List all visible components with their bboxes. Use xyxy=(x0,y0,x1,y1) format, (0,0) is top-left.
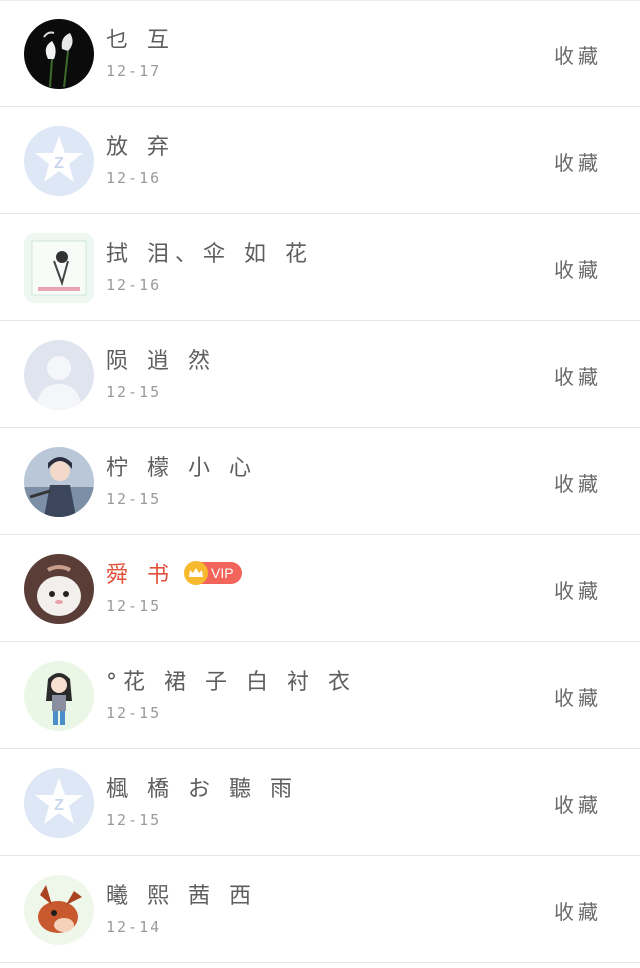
contact-date: 12-16 xyxy=(106,276,162,294)
contact-date: 12-15 xyxy=(106,383,162,401)
contact-date: 12-15 xyxy=(106,597,162,615)
qq-default-avatar[interactable]: Z xyxy=(24,126,94,196)
contact-name: 放 弃 xyxy=(106,135,175,160)
crown-icon xyxy=(184,561,208,585)
list-item[interactable]: 舜 书 VIP 12-15 收藏 xyxy=(0,535,640,642)
contact-name: 陨 逍 然 xyxy=(106,349,216,374)
contact-name: 乜 互 xyxy=(106,28,175,53)
blank-person-avatar[interactable] xyxy=(24,340,94,410)
contact-date: 12-15 xyxy=(106,704,162,722)
collect-button[interactable]: 收藏 xyxy=(554,682,602,711)
contact-date: 12-16 xyxy=(106,169,162,187)
contact-date: 12-17 xyxy=(106,62,162,80)
collect-button[interactable]: 收藏 xyxy=(554,147,602,176)
collect-button[interactable]: 收藏 xyxy=(554,254,602,283)
list-item[interactable]: Z 楓 橋 お 聽 雨 12-15 收藏 xyxy=(0,749,640,856)
contact-name: °花 裙 子 白 衬 衣 xyxy=(106,670,356,695)
list-item[interactable]: 陨 逍 然 12-15 收藏 xyxy=(0,321,640,428)
list-item[interactable]: 乜 互 12-17 收藏 xyxy=(0,0,640,107)
collect-button[interactable]: 收藏 xyxy=(554,575,602,604)
contact-date: 12-14 xyxy=(106,918,162,936)
contact-name: 楓 橋 お 聽 雨 xyxy=(106,777,298,802)
contact-name: 柠 檬 小 心 xyxy=(106,456,257,481)
list-item[interactable]: 拭 泪、伞 如 花 12-16 收藏 xyxy=(0,214,640,321)
cartoon-dog-avatar[interactable] xyxy=(24,875,94,945)
svg-text:Z: Z xyxy=(54,155,64,172)
list-item[interactable]: Z 放 弃 12-16 收藏 xyxy=(0,107,640,214)
contact-date: 12-15 xyxy=(106,490,162,508)
sketch-avatar[interactable] xyxy=(24,233,94,303)
contact-name: 舜 书 xyxy=(106,563,175,588)
contact-name: 拭 泪、伞 如 花 xyxy=(106,242,313,267)
svg-text:Z: Z xyxy=(54,797,64,814)
vip-badge: VIP xyxy=(184,561,242,585)
collect-button[interactable]: 收藏 xyxy=(554,896,602,925)
contact-list: 乜 互 12-17 收藏 Z 放 弃 12-16 收藏 拭 泪、伞 如 花 12… xyxy=(0,0,640,963)
collect-button[interactable]: 收藏 xyxy=(554,789,602,818)
anime-boy-avatar[interactable] xyxy=(24,447,94,517)
collect-button[interactable]: 收藏 xyxy=(554,361,602,390)
white-cat-avatar[interactable] xyxy=(24,554,94,624)
vip-label: VIP xyxy=(211,565,234,581)
contact-date: 12-15 xyxy=(106,811,162,829)
flower-avatar[interactable] xyxy=(24,19,94,89)
contact-name: 曦 熙 茜 西 xyxy=(106,884,257,909)
list-item[interactable]: 曦 熙 茜 西 12-14 收藏 xyxy=(0,856,640,963)
collect-button[interactable]: 收藏 xyxy=(554,40,602,69)
list-item[interactable]: 柠 檬 小 心 12-15 收藏 xyxy=(0,428,640,535)
qq-default-avatar[interactable]: Z xyxy=(24,768,94,838)
cartoon-girl-avatar[interactable] xyxy=(24,661,94,731)
collect-button[interactable]: 收藏 xyxy=(554,468,602,497)
list-item[interactable]: °花 裙 子 白 衬 衣 12-15 收藏 xyxy=(0,642,640,749)
